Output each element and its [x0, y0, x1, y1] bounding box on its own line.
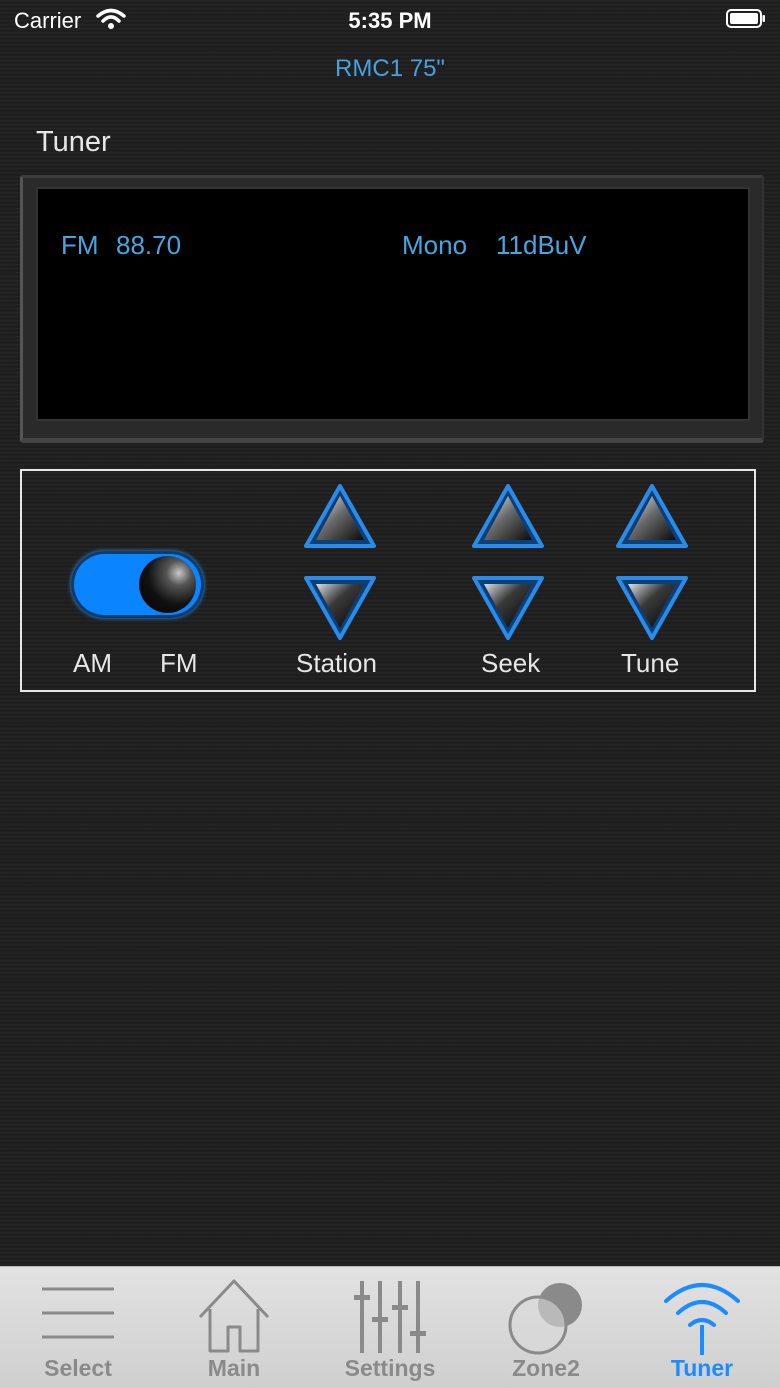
- tab-bar: Select Main Settings Zone2 Tuner: [0, 1266, 780, 1388]
- station-label: Station: [296, 648, 377, 678]
- station-down-button[interactable]: [302, 574, 378, 642]
- tune-label: Tune: [621, 648, 680, 678]
- menu-lines-icon: [42, 1287, 114, 1339]
- frequency-readout: 88.70: [116, 230, 182, 260]
- tab-select[interactable]: Select: [0, 1267, 156, 1388]
- mode-readout: Mono: [402, 230, 468, 260]
- tab-zone2[interactable]: Zone2: [468, 1267, 624, 1388]
- status-bar: Carrier 5:35 PM: [0, 0, 780, 40]
- status-time: 5:35 PM: [348, 8, 432, 33]
- seek-up-button[interactable]: [470, 482, 546, 550]
- tab-zone2-label: Zone2: [512, 1355, 580, 1381]
- tab-settings-label: Settings: [344, 1355, 436, 1381]
- triangle-down-icon: [616, 576, 688, 640]
- station-up-button[interactable]: [302, 482, 378, 550]
- triangle-up-icon: [472, 484, 544, 548]
- tuner-display-screen: [36, 187, 750, 421]
- band-readout: FM: [61, 230, 99, 260]
- triangle-down-icon: [304, 576, 376, 640]
- home-icon: [198, 1279, 270, 1353]
- triangle-up-icon: [616, 484, 688, 548]
- toggle-knob: [139, 556, 196, 613]
- zone-circles-icon: [508, 1283, 582, 1355]
- section-title: Tuner: [36, 126, 111, 158]
- battery-icon: [726, 9, 765, 28]
- tab-tuner-label: Tuner: [670, 1355, 734, 1381]
- tune-down-button[interactable]: [614, 574, 690, 642]
- tab-tuner[interactable]: Tuner: [624, 1267, 780, 1388]
- tab-settings[interactable]: Settings: [312, 1267, 468, 1388]
- signal-readout: 11dBuV: [496, 230, 587, 260]
- seek-down-button[interactable]: [470, 574, 546, 642]
- am-fm-toggle[interactable]: [71, 551, 204, 618]
- fm-label: FM: [160, 648, 198, 678]
- triangle-up-icon: [304, 484, 376, 548]
- seek-label: Seek: [481, 648, 541, 678]
- wifi-signal-icon: [664, 1283, 740, 1355]
- tune-up-button[interactable]: [614, 482, 690, 550]
- tab-main-label: Main: [207, 1355, 261, 1381]
- tab-main[interactable]: Main: [156, 1267, 312, 1388]
- nav-title: RMC1 75": [335, 55, 445, 82]
- am-label: AM: [73, 648, 112, 678]
- tab-select-label: Select: [44, 1355, 112, 1381]
- triangle-down-icon: [472, 576, 544, 640]
- sliders-icon: [354, 1281, 426, 1353]
